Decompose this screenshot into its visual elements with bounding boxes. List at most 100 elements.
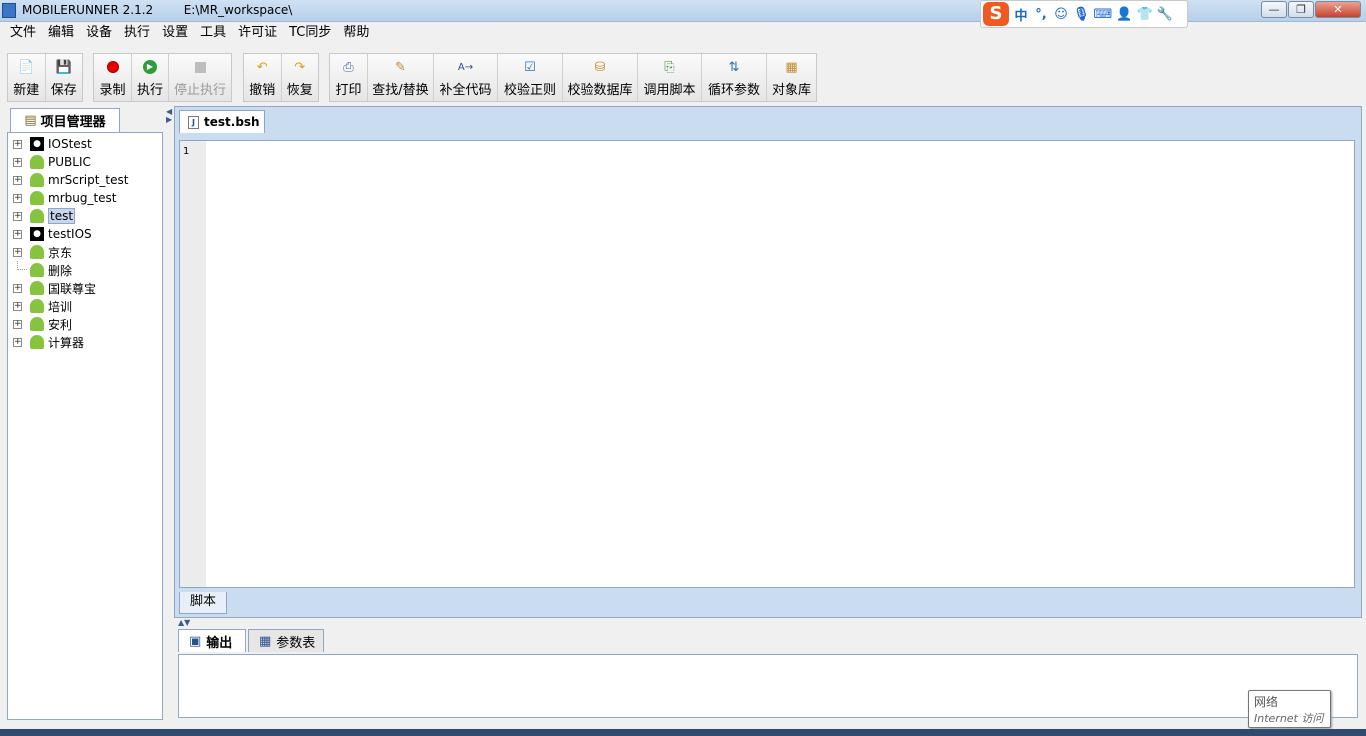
ime-mode-indicator[interactable]: 中 [1013, 5, 1029, 24]
redo-button-label: 恢复 [286, 83, 313, 98]
android-icon [30, 299, 44, 313]
expand-toggle-icon[interactable]: + [13, 247, 22, 257]
menu-license[interactable]: 许可证 [232, 22, 283, 44]
tree-node[interactable]: + PUBLIC [8, 153, 158, 171]
tree-node[interactable]: + test [8, 207, 158, 225]
record-icon [105, 58, 121, 76]
windows-taskbar[interactable] [0, 729, 1366, 736]
record-button[interactable]: 录制 [94, 54, 132, 101]
stop-icon [192, 58, 208, 76]
undo-button-label: 撤销 [249, 83, 276, 98]
print-icon: ⎙ [343, 59, 354, 75]
project-tree-icon: ▤ [24, 113, 37, 128]
loop-params-button[interactable]: ⇅ 循环参数 [702, 54, 767, 101]
expand-toggle-icon[interactable]: + [13, 229, 22, 239]
check-regex-button[interactable]: ☑ 校验正则 [498, 54, 563, 101]
find-replace-button[interactable]: ✎ 查找/替换 [368, 54, 434, 101]
output-console[interactable] [178, 654, 1358, 718]
tab-output[interactable]: ▣ 输出 [178, 629, 246, 652]
tab-project-manager[interactable]: ▤ 项目管理器 [10, 108, 120, 132]
microphone-icon[interactable]: 🎙 [1073, 7, 1090, 22]
editor-tab-label: test.bsh [204, 115, 260, 129]
tree-node-label: testIOS [48, 227, 92, 241]
tab-test-bsh[interactable]: J test.bsh [179, 110, 265, 133]
record-button-label: 录制 [99, 83, 126, 98]
save-button[interactable]: 💾 保存 [46, 54, 83, 101]
expand-toggle-icon[interactable]: + [13, 301, 22, 311]
print-button[interactable]: ⎙ 打印 [330, 54, 368, 101]
tree-node[interactable]: + 国联尊宝 [8, 279, 158, 297]
tree-node[interactable]: + mrbug_test [8, 189, 158, 207]
tree-node-label: PUBLIC [48, 155, 91, 169]
java-file-icon: J [188, 115, 199, 129]
android-icon [30, 209, 44, 223]
complete-code-button[interactable]: A→ 补全代码 [434, 54, 498, 101]
tab-parameter-table[interactable]: ▦ 参数表 [248, 629, 324, 652]
menu-help[interactable]: 帮助 [337, 22, 375, 44]
android-icon [30, 155, 44, 169]
run-button[interactable]: ▶ 执行 [132, 54, 169, 101]
redo-arrow-icon: ↷ [294, 59, 306, 75]
check-db-button[interactable]: ⛁ 校验数据库 [563, 54, 638, 101]
tree-node[interactable]: + 计算器 [8, 333, 158, 351]
panel-splitter[interactable]: ◀ ▶ [166, 108, 172, 722]
project-tree[interactable]: + ● IOStest + PUBLIC + mrScript_test + mrbug_tes… [7, 132, 163, 720]
horizontal-splitter[interactable]: ▲▼ [174, 619, 1362, 627]
keyboard-icon[interactable]: ⌨ [1094, 7, 1113, 22]
expand-toggle-icon[interactable]: + [13, 283, 22, 293]
new-button[interactable]: 📄 新建 [8, 54, 46, 101]
tab-script[interactable]: 脚本 [179, 592, 227, 614]
android-icon [30, 245, 44, 259]
app-icon [2, 3, 16, 18]
call-script-button[interactable]: ⎘ 调用脚本 [638, 54, 702, 101]
expand-toggle-icon[interactable]: + [13, 319, 22, 329]
tree-node[interactable]: + 京东 [8, 243, 158, 261]
skin-shirt-icon[interactable]: 👕 [1136, 7, 1152, 22]
menu-device[interactable]: 设备 [80, 22, 118, 44]
user-icon[interactable]: 👤 [1116, 7, 1132, 22]
undo-arrow-icon: ↶ [256, 59, 268, 75]
tree-node-label: 安利 [48, 317, 73, 332]
tree-node-label: mrbug_test [48, 191, 117, 205]
expand-toggle-icon[interactable]: + [13, 157, 22, 167]
tree-node[interactable]: + ● IOStest [8, 135, 158, 153]
stop-button[interactable]: 停止执行 [169, 54, 231, 101]
tree-node[interactable]: + mrScript_test [8, 171, 158, 189]
expand-toggle-icon[interactable]: + [13, 337, 22, 347]
tree-node-label: mrScript_test [48, 173, 129, 187]
smiley-icon[interactable]: ☺ [1053, 7, 1069, 22]
network-tooltip: 网络 Internet 访问 [1248, 690, 1331, 728]
menu-tools[interactable]: 工具 [194, 22, 232, 44]
redo-button[interactable]: ↷ 恢复 [282, 54, 319, 101]
expand-toggle-icon[interactable]: + [13, 139, 22, 149]
expand-toggle-icon[interactable]: + [13, 211, 22, 221]
tree-node-label: 培训 [48, 299, 73, 314]
database-check-icon: ⛁ [594, 59, 606, 75]
collapse-arrows-icon[interactable]: ◀ ▶ [166, 108, 172, 124]
menu-settings[interactable]: 设置 [156, 22, 194, 44]
menu-run[interactable]: 执行 [118, 22, 156, 44]
menu-file[interactable]: 文件 [4, 22, 42, 44]
menu-tc-sync[interactable]: TC同步 [283, 22, 337, 44]
wrench-icon[interactable]: 🔧 [1157, 7, 1173, 22]
undo-button[interactable]: ↶ 撤销 [244, 54, 282, 101]
print-button-label: 打印 [335, 83, 362, 98]
ime-punctuation-indicator[interactable]: °, [1033, 7, 1049, 22]
code-editor[interactable]: 1 [179, 140, 1355, 588]
tree-node-label: IOStest [48, 137, 92, 151]
tree-node[interactable]: + ● testIOS [8, 225, 158, 243]
menu-edit[interactable]: 编辑 [42, 22, 80, 44]
android-icon [30, 281, 44, 295]
android-icon [30, 263, 44, 277]
tree-node[interactable]: 删除 [8, 261, 158, 279]
maximize-button[interactable]: ❐ [1288, 1, 1314, 18]
object-repo-button[interactable]: ▦ 对象库 [767, 54, 816, 101]
close-button[interactable]: ✕ [1315, 1, 1361, 18]
expand-toggle-icon[interactable]: + [13, 175, 22, 185]
expand-toggle-icon[interactable]: + [13, 193, 22, 203]
table-grid-icon: ▦ [259, 633, 272, 649]
run-button-label: 执行 [136, 83, 163, 98]
minimize-button[interactable]: — [1261, 1, 1287, 18]
tree-node[interactable]: + 培训 [8, 297, 158, 315]
tree-node[interactable]: + 安利 [8, 315, 158, 333]
